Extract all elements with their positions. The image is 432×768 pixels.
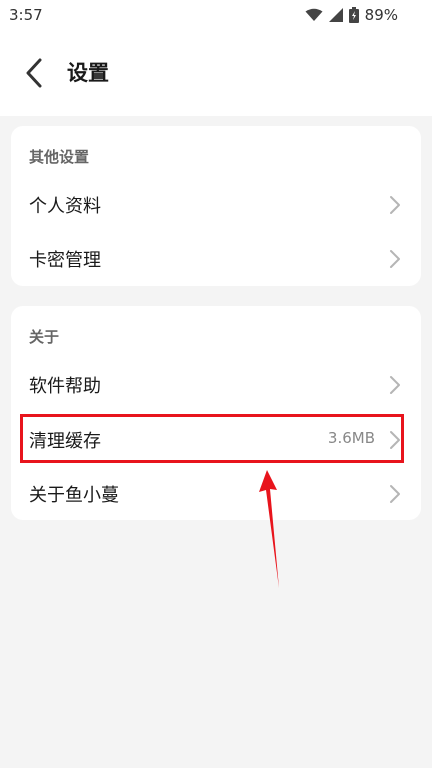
annotation-arrow-icon: [259, 470, 279, 588]
chevron-right-icon: [390, 196, 400, 214]
back-arrow-icon: [26, 58, 42, 88]
battery-percent: 89%: [364, 6, 398, 24]
row-about-app[interactable]: 关于鱼小蔓: [11, 467, 421, 521]
page-title: 设置: [67, 61, 109, 85]
row-label: 卡密管理: [29, 250, 101, 271]
settings-card-other: 其他设置 个人资料 卡密管理: [11, 126, 421, 286]
settings-card-about: 关于 软件帮助 清理缓存 3.6MB 关于鱼小蔓: [11, 306, 421, 520]
row-card-management[interactable]: 卡密管理: [11, 232, 421, 286]
highlight-box: [20, 414, 404, 463]
row-label: 软件帮助: [29, 376, 101, 397]
chevron-right-icon: [390, 485, 400, 503]
status-bar: 3:57 89%: [0, 0, 432, 32]
chevron-right-icon: [390, 376, 400, 394]
row-help[interactable]: 软件帮助: [11, 358, 421, 412]
header: 设置: [0, 32, 432, 116]
wifi-icon: [305, 8, 323, 22]
back-button[interactable]: [20, 56, 50, 90]
section-title: 关于: [29, 328, 60, 346]
signal-icon: [328, 8, 343, 22]
battery-icon: [348, 7, 359, 23]
row-label: 个人资料: [29, 196, 101, 217]
chevron-right-icon: [390, 250, 400, 268]
status-time: 3:57: [9, 6, 43, 24]
status-icons: 89%: [305, 6, 398, 24]
row-label: 关于鱼小蔓: [29, 485, 119, 506]
section-title: 其他设置: [29, 148, 90, 166]
row-profile[interactable]: 个人资料: [11, 178, 421, 232]
